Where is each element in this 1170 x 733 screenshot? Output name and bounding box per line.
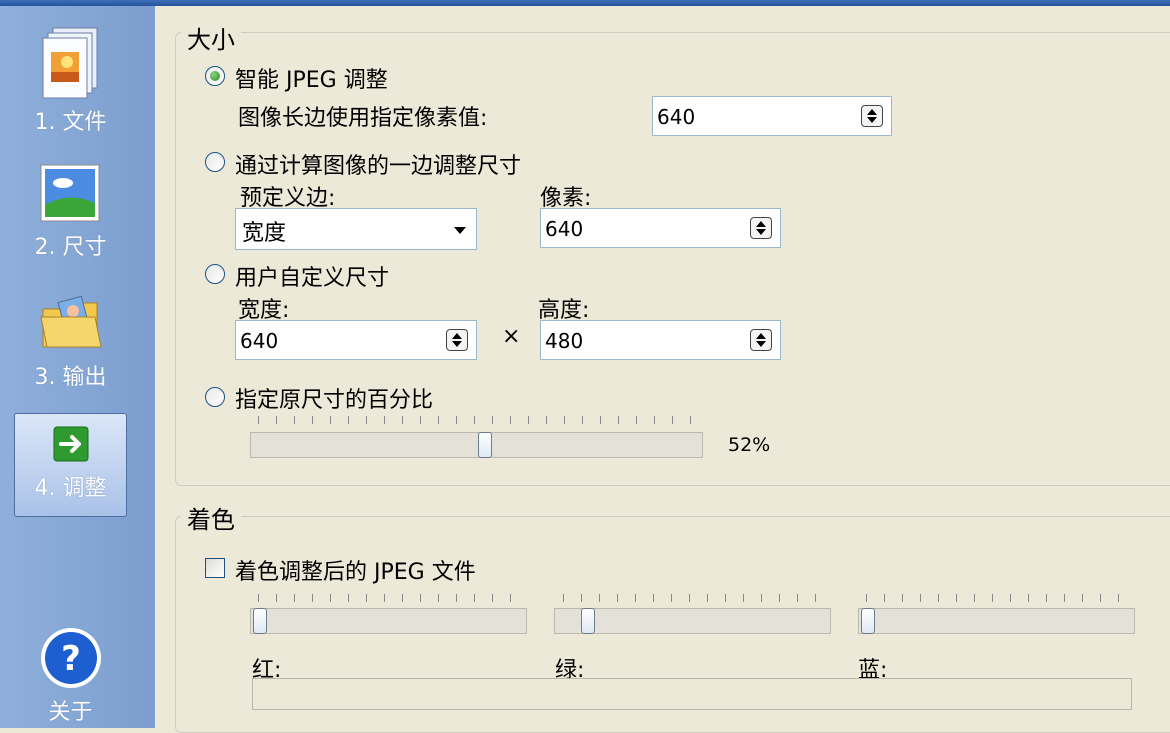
custom-size-radio[interactable] xyxy=(205,264,225,284)
percent-slider-thumb[interactable] xyxy=(478,432,492,458)
pixels-value[interactable]: 640 xyxy=(545,217,583,241)
main-panel: 大小 智能 JPEG 调整 图像长边使用指定像素值: 640 通过计算图像的一边… xyxy=(155,6,1170,733)
folder-icon xyxy=(39,295,102,348)
width-value[interactable]: 640 xyxy=(240,329,278,353)
blue-slider[interactable] xyxy=(858,608,1135,634)
percent-radio[interactable] xyxy=(205,387,225,407)
sidebar-item-output[interactable]: 3. 输出 xyxy=(14,291,127,401)
height-value[interactable]: 480 xyxy=(545,329,583,353)
custom-size-label[interactable]: 用户自定义尺寸 xyxy=(235,260,389,292)
percent-slider[interactable] xyxy=(250,432,703,458)
sidebar-item-label: 2. 尺寸 xyxy=(34,235,107,260)
pixels-spinner[interactable]: 640 xyxy=(540,208,781,248)
color-group-title: 着色 xyxy=(181,500,241,535)
sidebar-item-size[interactable]: 2. 尺寸 xyxy=(14,161,127,271)
one-side-radio[interactable] xyxy=(205,152,225,172)
red-slider-ticks xyxy=(258,594,526,602)
sidebar-item-label: 3. 输出 xyxy=(34,365,107,390)
red-slider-thumb[interactable] xyxy=(253,608,267,634)
sidebar-item-file[interactable]: 1. 文件 xyxy=(14,26,127,146)
sidebar-item-label: 1. 文件 xyxy=(34,110,107,135)
red-slider[interactable] xyxy=(250,608,527,634)
about-label: 关于 xyxy=(48,700,93,725)
color-preview-bar xyxy=(252,678,1132,710)
long-edge-value[interactable]: 640 xyxy=(657,105,695,129)
blue-slider-thumb[interactable] xyxy=(861,608,875,634)
sidebar-item-adjust[interactable]: 4. 调整 xyxy=(14,413,127,517)
arrow-right-icon xyxy=(53,426,88,462)
green-slider-thumb[interactable] xyxy=(581,608,595,634)
long-edge-label: 图像长边使用指定像素值: xyxy=(238,106,488,131)
spin-updown-icon[interactable] xyxy=(861,105,883,127)
predefined-side-select[interactable]: 宽度 xyxy=(235,208,477,250)
about-button[interactable]: ? 关于 xyxy=(14,626,127,726)
wizard-sidebar: 1. 文件 2. 尺寸 3. 输出 4. 调整 ? 关于 xyxy=(0,6,156,728)
green-slider-ticks xyxy=(563,594,831,602)
colorize-label[interactable]: 着色调整后的 JPEG 文件 xyxy=(235,554,476,586)
percent-label[interactable]: 指定原尺寸的百分比 xyxy=(235,382,433,414)
colorize-checkbox[interactable] xyxy=(205,558,225,578)
chevron-down-icon[interactable] xyxy=(454,227,466,234)
sidebar-item-label: 4. 调整 xyxy=(34,476,107,501)
svg-text:?: ? xyxy=(61,639,81,679)
file-icon xyxy=(42,27,97,99)
help-icon: ? xyxy=(40,628,101,688)
spin-updown-icon[interactable] xyxy=(750,217,772,239)
times-symbol: × xyxy=(502,324,521,349)
size-group-title: 大小 xyxy=(181,20,241,55)
spin-updown-icon[interactable] xyxy=(750,329,772,351)
height-spinner[interactable]: 480 xyxy=(540,320,781,360)
one-side-label[interactable]: 通过计算图像的一边调整尺寸 xyxy=(235,148,521,180)
long-edge-spinner[interactable]: 640 xyxy=(652,96,892,136)
green-slider[interactable] xyxy=(554,608,831,634)
percent-value: 52% xyxy=(728,434,771,456)
width-spinner[interactable]: 640 xyxy=(235,320,477,360)
smart-jpeg-radio[interactable] xyxy=(205,66,225,86)
percent-slider-ticks xyxy=(258,416,704,424)
spin-updown-icon[interactable] xyxy=(446,329,468,351)
picture-icon xyxy=(40,164,99,222)
smart-jpeg-label[interactable]: 智能 JPEG 调整 xyxy=(235,62,388,94)
predefined-side-value: 宽度 xyxy=(242,221,287,246)
blue-slider-ticks xyxy=(866,594,1134,602)
